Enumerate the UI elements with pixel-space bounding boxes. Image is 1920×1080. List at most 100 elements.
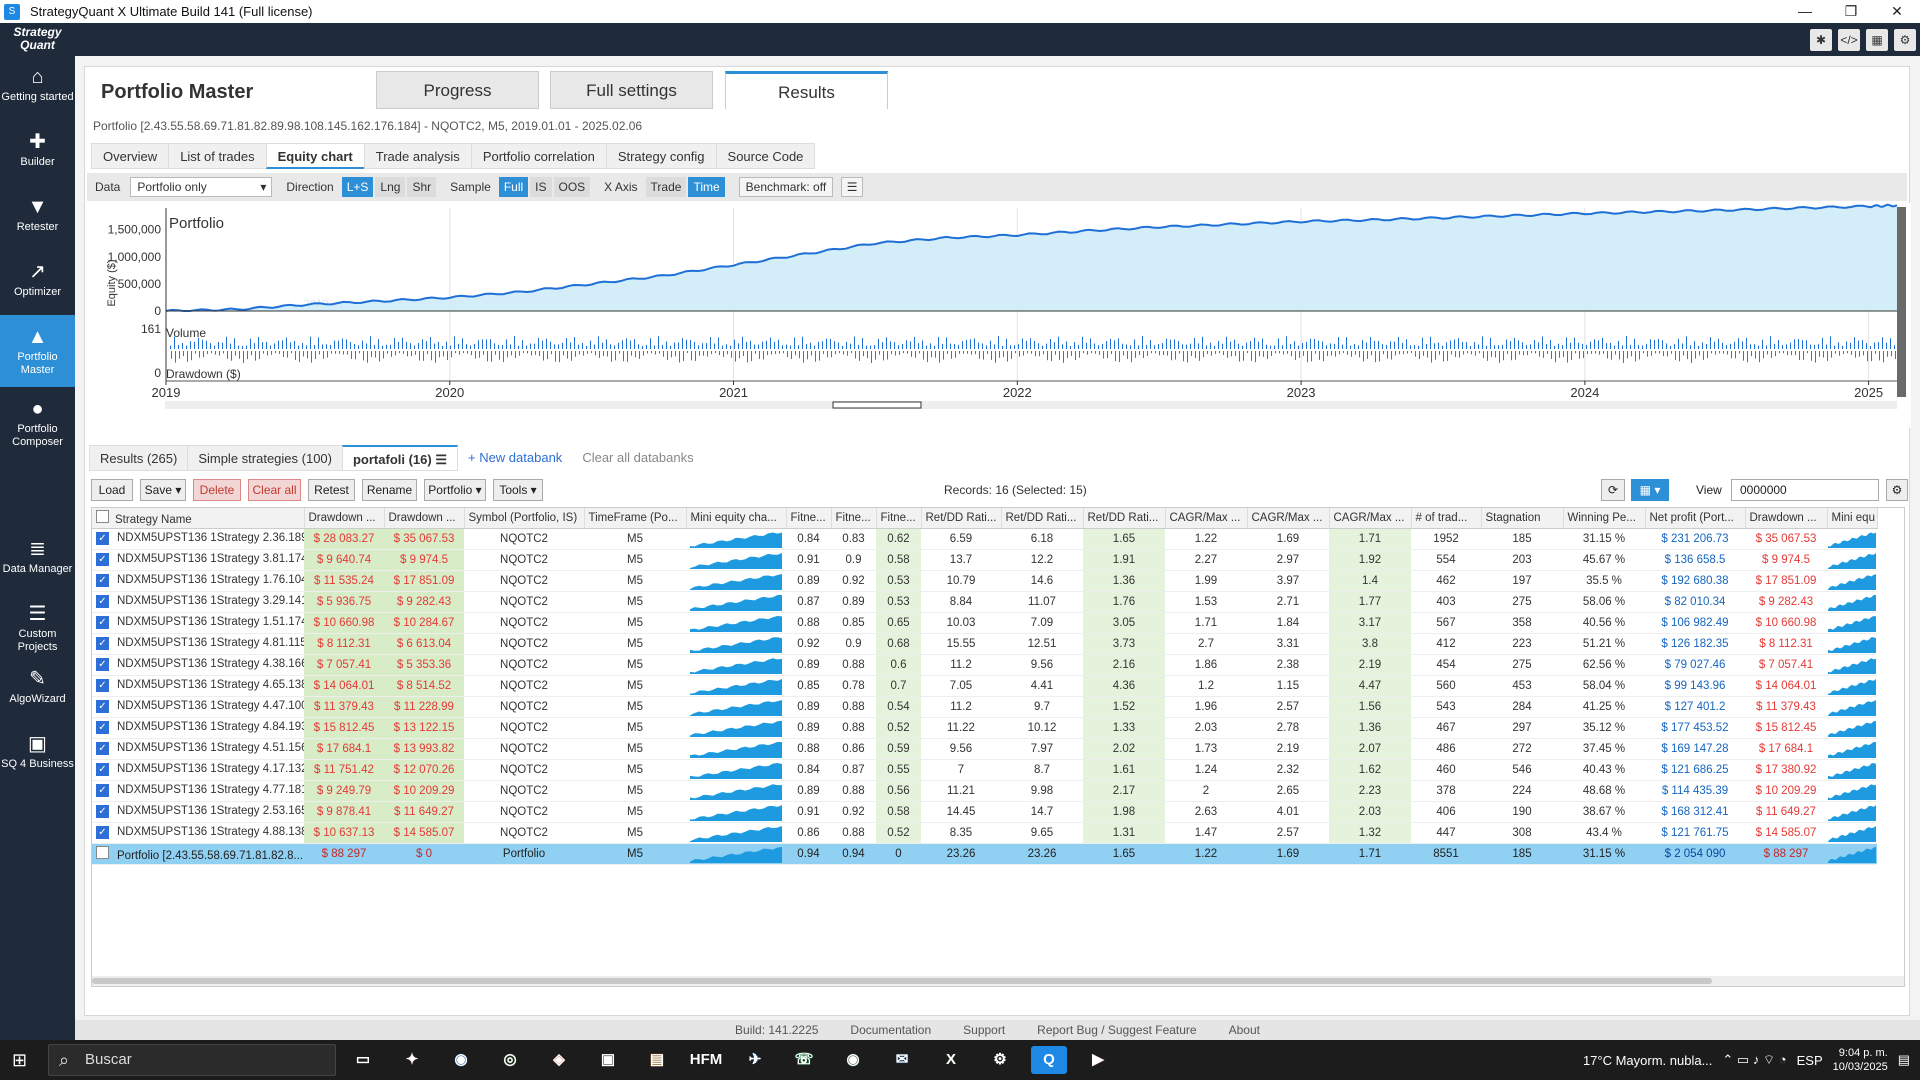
taskbar-app-icon[interactable]: X bbox=[933, 1046, 969, 1074]
tab-list-of-trades[interactable]: List of trades bbox=[168, 143, 266, 169]
column-header[interactable]: CAGR/Max ... bbox=[1165, 508, 1248, 529]
sidebar-item-retester[interactable]: ▼ Retester bbox=[0, 185, 75, 250]
scroll-thumb[interactable] bbox=[92, 978, 1712, 984]
refresh-button[interactable]: ⟳ bbox=[1601, 479, 1625, 501]
column-header[interactable]: Fitne... bbox=[786, 508, 832, 529]
taskbar-app-icon[interactable]: ✦ bbox=[394, 1046, 430, 1074]
view-select[interactable]: 0000000 bbox=[1731, 479, 1879, 501]
sidebar-item-portfolio-composer[interactable]: ● Portfolio Composer bbox=[0, 387, 75, 467]
table-hscroll[interactable] bbox=[92, 976, 1904, 986]
table-row[interactable]: ✓ NDXM5UPST136 1Strategy 4.38.166 $ 7 057.… bbox=[92, 654, 1877, 676]
xaxis-trade-toggle[interactable]: Trade bbox=[645, 177, 687, 197]
table-settings-button[interactable]: ⚙ bbox=[1886, 479, 1908, 501]
tab-progress[interactable]: Progress bbox=[376, 71, 539, 109]
report-bug-link[interactable]: Report Bug / Suggest Feature bbox=[1037, 1023, 1196, 1037]
taskbar-app-icon[interactable]: ✉ bbox=[884, 1046, 920, 1074]
taskbar-app-icon[interactable]: ◉ bbox=[443, 1046, 479, 1074]
taskbar-app-icon[interactable]: ▶ bbox=[1080, 1046, 1116, 1074]
delete-button[interactable]: Delete bbox=[193, 479, 241, 501]
column-header[interactable]: Mini equ bbox=[1827, 508, 1878, 529]
documentation-link[interactable]: Documentation bbox=[850, 1023, 931, 1037]
table-row[interactable]: ✓ NDXM5UPST136 1Strategy 2.53.165 $ 9 878.… bbox=[92, 801, 1877, 823]
tab-simple-strategies[interactable]: Simple strategies (100) bbox=[187, 445, 342, 471]
retest-button[interactable]: Retest bbox=[308, 479, 355, 501]
new-databank-link[interactable]: + New databank bbox=[458, 445, 572, 471]
row-checkbox[interactable]: ✓ bbox=[96, 658, 109, 671]
tab-overview[interactable]: Overview bbox=[91, 143, 169, 169]
select-all-checkbox[interactable] bbox=[96, 509, 109, 523]
chart-range-slider[interactable] bbox=[832, 401, 922, 409]
minimize-button[interactable]: — bbox=[1782, 0, 1828, 23]
close-button[interactable]: ✕ bbox=[1874, 0, 1920, 23]
clear-all-databanks-link[interactable]: Clear all databanks bbox=[572, 445, 703, 471]
column-header[interactable]: CAGR/Max ... bbox=[1247, 508, 1330, 529]
column-header[interactable]: Drawdown ... bbox=[304, 508, 385, 529]
tray-icons[interactable]: ⌃ ▭ ♪ ⌔ ◔ bbox=[1722, 1052, 1786, 1068]
xaxis-time-toggle[interactable]: Time bbox=[688, 177, 725, 197]
table-row[interactable]: ✓ NDXM5UPST136 1Strategy 4.17.132 $ 11 751… bbox=[92, 759, 1877, 781]
tab-source-code[interactable]: Source Code bbox=[715, 143, 816, 169]
tab-trade-analysis[interactable]: Trade analysis bbox=[363, 143, 471, 169]
column-header[interactable]: Drawdown ... bbox=[384, 508, 465, 529]
benchmark-button[interactable]: Benchmark: off bbox=[738, 177, 834, 197]
layout-button[interactable]: ▦ ▾ bbox=[1631, 479, 1669, 501]
table-row[interactable]: ✓ NDXM5UPST136 1Strategy 4.84.193 $ 15 812… bbox=[92, 717, 1877, 739]
tab-results[interactable]: Results bbox=[725, 71, 888, 109]
table-row[interactable]: ✓ NDXM5UPST136 1Strategy 4.88.138 $ 10 637… bbox=[92, 822, 1877, 844]
taskbar-app-icon[interactable]: HFM bbox=[688, 1046, 724, 1074]
notifications-icon[interactable]: ▤ bbox=[1898, 1052, 1910, 1068]
sidebar-item-sq4-business[interactable]: ▣ SQ 4 Business bbox=[0, 722, 75, 787]
row-checkbox[interactable]: ✓ bbox=[96, 616, 109, 629]
table-row[interactable]: ✓ NDXM5UPST136 1Strategy 1.51.174 $ 10 660… bbox=[92, 612, 1877, 634]
table-row[interactable]: ✓ NDXM5UPST136 1Strategy 4.77.181 $ 9 249.… bbox=[92, 780, 1877, 802]
bug-icon[interactable]: ✱ bbox=[1810, 29, 1832, 51]
restore-button[interactable]: ❐ bbox=[1828, 0, 1874, 23]
row-checkbox[interactable]: ✓ bbox=[96, 763, 109, 776]
code-icon[interactable]: </> bbox=[1838, 29, 1860, 51]
about-link[interactable]: About bbox=[1229, 1023, 1260, 1037]
table-row[interactable]: ✓ NDXM5UPST136 1Strategy 4.81.115 $ 8 112.… bbox=[92, 633, 1877, 655]
table-row[interactable]: ✓ NDXM5UPST136 1Strategy 4.47.100 $ 11 379… bbox=[92, 696, 1877, 718]
column-header[interactable]: Winning Pe... bbox=[1563, 508, 1646, 529]
table-row[interactable]: ✓ NDXM5UPST136 1Strategy 3.81.174 $ 9 640.… bbox=[92, 549, 1877, 571]
grid-icon[interactable]: ▦ bbox=[1866, 29, 1888, 51]
sample-oos-toggle[interactable]: OOS bbox=[553, 177, 591, 197]
column-header[interactable]: Ret/DD Rati... bbox=[1083, 508, 1166, 529]
tab-equity-chart[interactable]: Equity chart bbox=[265, 143, 364, 169]
taskbar-app-icon[interactable]: ◎ bbox=[492, 1046, 528, 1074]
tab-portfolio-correlation[interactable]: Portfolio correlation bbox=[470, 143, 606, 169]
column-header[interactable]: Symbol (Portfolio, IS) bbox=[464, 508, 585, 529]
row-checkbox[interactable]: ✓ bbox=[96, 721, 109, 734]
row-checkbox[interactable]: ✓ bbox=[96, 700, 109, 713]
clock[interactable]: 9:04 p. m. 10/03/2025 bbox=[1833, 1046, 1888, 1074]
column-header[interactable]: CAGR/Max ... bbox=[1329, 508, 1412, 529]
sample-is-toggle[interactable]: IS bbox=[530, 177, 552, 197]
row-checkbox[interactable]: ✓ bbox=[96, 574, 109, 587]
taskbar-app-icon[interactable]: ☏ bbox=[786, 1046, 822, 1074]
clear-all-button[interactable]: Clear all bbox=[248, 479, 301, 501]
taskbar-app-icon[interactable]: ▤ bbox=[639, 1046, 675, 1074]
row-checkbox[interactable]: ✓ bbox=[96, 532, 109, 545]
taskbar-app-icon[interactable]: ▭ bbox=[345, 1046, 381, 1074]
row-checkbox[interactable]: ✓ bbox=[96, 637, 109, 650]
sample-full-toggle[interactable]: Full bbox=[498, 177, 529, 197]
windows-start-icon[interactable]: ⊞ bbox=[12, 1050, 27, 1071]
direction-ls-toggle[interactable]: L+S bbox=[341, 177, 374, 197]
column-header[interactable]: Stagnation bbox=[1481, 508, 1564, 529]
sidebar-item-builder[interactable]: ✚ Builder bbox=[0, 120, 75, 185]
row-checkbox[interactable]: ✓ bbox=[96, 742, 109, 755]
load-button[interactable]: Load bbox=[91, 479, 133, 501]
row-checkbox[interactable]: ✓ bbox=[96, 595, 109, 608]
tab-results-databank[interactable]: Results (265) bbox=[89, 445, 188, 471]
rename-button[interactable]: Rename bbox=[362, 479, 417, 501]
sidebar-item-portfolio-master[interactable]: ▲ Portfolio Master bbox=[0, 315, 75, 387]
column-header[interactable]: Mini equity cha... bbox=[686, 508, 787, 529]
column-header[interactable]: Net profit (Port... bbox=[1645, 508, 1746, 529]
tab-strategy-config[interactable]: Strategy config bbox=[605, 143, 716, 169]
sidebar-item-getting-started[interactable]: ⌂ Getting started bbox=[0, 55, 75, 120]
column-header[interactable]: Ret/DD Rati... bbox=[1001, 508, 1084, 529]
language-indicator[interactable]: ESP bbox=[1797, 1053, 1823, 1068]
taskbar-app-icon[interactable]: ✈ bbox=[737, 1046, 773, 1074]
table-row[interactable]: Portfolio [2.43.55.58.69.71.81.82.8... $ … bbox=[92, 843, 1877, 865]
taskbar-app-icon[interactable]: Q bbox=[1031, 1046, 1067, 1074]
